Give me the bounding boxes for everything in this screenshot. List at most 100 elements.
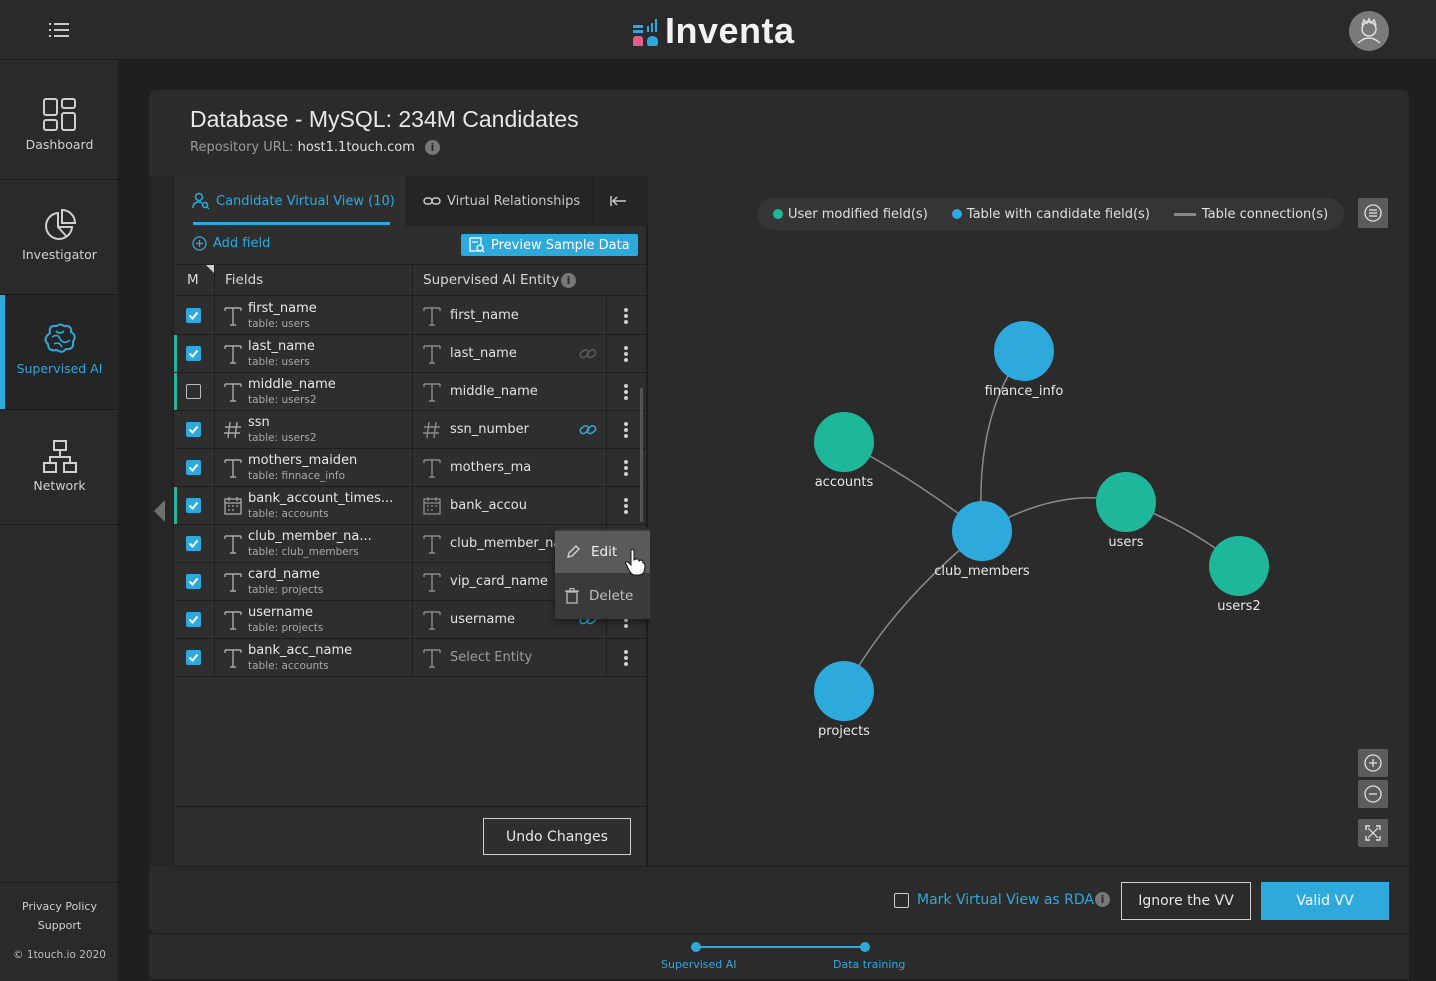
field-table: table: users2 [248,432,317,444]
table-row[interactable]: last_name table: users last_name [174,335,648,373]
link-icon [423,197,441,205]
row-checkbox[interactable] [186,346,201,361]
graph-node-projects[interactable] [814,661,874,721]
graph-node-accounts[interactable] [814,412,874,472]
add-field-button[interactable]: Add field [192,236,270,251]
network-icon [43,440,77,473]
side-nav: Dashboard Investigator Supervised AI Net… [0,60,119,981]
preview-icon [469,237,485,253]
graph-node-users[interactable] [1096,472,1156,532]
menu-list-icon[interactable] [44,18,74,42]
fit-screen-icon [1365,825,1381,841]
row-checkbox[interactable] [186,612,201,627]
progress-stepper: Supervised AI Data training [149,933,1409,979]
entity-name[interactable]: vip_card_name [450,574,548,589]
text-type-icon [422,647,442,669]
row-checkbox[interactable] [186,574,201,589]
calendar-icon [422,495,442,517]
entity-name[interactable]: ssn_number [450,422,529,437]
row-checkbox[interactable] [186,536,201,551]
step-label-data-training[interactable]: Data training [833,958,905,971]
entity-name[interactable]: bank_accou [450,498,527,513]
info-icon[interactable]: i [425,140,441,155]
preview-sample-data-button[interactable]: Preview Sample Data [461,234,638,256]
table-row[interactable]: bank_acc_name table: accounts Select Entit… [174,639,648,677]
graph-node-club_members[interactable] [952,501,1012,561]
virtual-view-panel: Candidate Virtual View (10) Virtual Rela… [174,176,672,866]
field-name: bank_acc_name [248,643,353,658]
active-tab-underline [193,222,390,225]
kebab-menu-icon[interactable] [620,345,632,363]
link-icon[interactable] [579,346,597,362]
user-avatar[interactable] [1349,11,1389,51]
valid-vv-button[interactable]: Valid VV [1261,882,1389,920]
tab-candidate-virtual-view[interactable]: Candidate Virtual View (10) [174,176,406,226]
graph-node-users2[interactable] [1209,536,1269,596]
graph-node-finance_info[interactable] [994,321,1054,381]
step-label-supervised-ai[interactable]: Supervised AI [661,958,737,971]
page-title: Database - MySQL: 234M Candidates [190,106,579,132]
step-dot-data-training[interactable] [860,942,870,952]
graph-node-label: users2 [1217,599,1261,614]
graph-node-label: users [1108,535,1144,550]
text-type-icon [422,457,442,479]
nav-network[interactable]: Network [0,410,119,525]
table-row[interactable]: middle_name table: users2 middle_name [174,373,648,411]
field-name: bank_account_times... [248,491,394,506]
row-checkbox[interactable] [186,650,201,665]
entity-name[interactable]: Select Entity [450,650,532,665]
row-checkbox[interactable] [186,460,201,475]
entity-name[interactable]: mothers_ma [450,460,531,475]
table-row[interactable]: ssn table: users2 ssn_number [174,411,648,449]
row-checkbox[interactable] [186,308,201,323]
add-field-label: Add field [213,236,271,251]
relationship-graph: User modified field(s) Table with candid… [650,176,1409,866]
support-link[interactable]: Support [0,919,119,932]
zoom-out-button[interactable] [1358,780,1388,808]
tab-virtual-relationships[interactable]: Virtual Relationships [406,176,592,226]
entity-name[interactable]: first_name [450,308,519,323]
repo-url-value: host1.1touch.com [297,140,415,155]
rda-info-icon[interactable]: i [1095,892,1110,907]
fit-screen-button[interactable] [1358,819,1388,847]
kebab-menu-icon[interactable] [620,649,632,667]
pencil-icon [567,545,580,558]
row-checkbox[interactable] [186,498,201,513]
table-row[interactable]: first_name table: users first_name [174,297,648,335]
zoom-in-button[interactable] [1358,749,1388,777]
step-dot-supervised-ai[interactable] [691,942,701,952]
table-row[interactable]: bank_account_times... table: accounts bank… [174,487,648,525]
privacy-policy-link[interactable]: Privacy Policy [0,900,119,913]
table-row[interactable]: mothers_maiden table: finnace_info mothers… [174,449,648,487]
hash-icon [422,419,442,441]
ignore-vv-button[interactable]: Ignore the VV [1121,882,1251,920]
kebab-menu-icon[interactable] [620,459,632,477]
entity-info-icon[interactable]: i [561,273,576,288]
kebab-menu-icon[interactable] [620,421,632,439]
nav-supervised-ai[interactable]: Supervised AI [0,295,119,410]
collapse-panel-button[interactable] [592,176,648,226]
entity-name[interactable]: last_name [450,346,517,361]
nav-investigator[interactable]: Investigator [0,180,119,295]
stepper-line [696,946,865,948]
entity-name[interactable]: username [450,612,515,627]
mark-rda-label[interactable]: Mark Virtual View as RDA [917,892,1094,908]
scrollbar[interactable] [640,388,643,522]
nav-dashboard[interactable]: Dashboard [0,60,119,180]
logo-text: Inventa [665,10,795,51]
collapse-strip [149,176,174,866]
row-checkbox[interactable] [186,384,201,399]
collapse-left-icon [609,196,626,206]
calendar-icon [223,495,243,517]
row-checkbox[interactable] [186,422,201,437]
link-icon[interactable] [579,422,597,438]
text-type-icon [422,609,442,631]
kebab-menu-icon[interactable] [620,497,632,515]
undo-changes-button[interactable]: Undo Changes [483,818,631,855]
kebab-menu-icon[interactable] [620,307,632,325]
text-type-icon [223,571,243,593]
mark-rda-checkbox[interactable] [894,893,909,908]
kebab-menu-icon[interactable] [620,383,632,401]
collapse-arrow-icon[interactable] [154,500,165,522]
entity-name[interactable]: middle_name [450,384,538,399]
